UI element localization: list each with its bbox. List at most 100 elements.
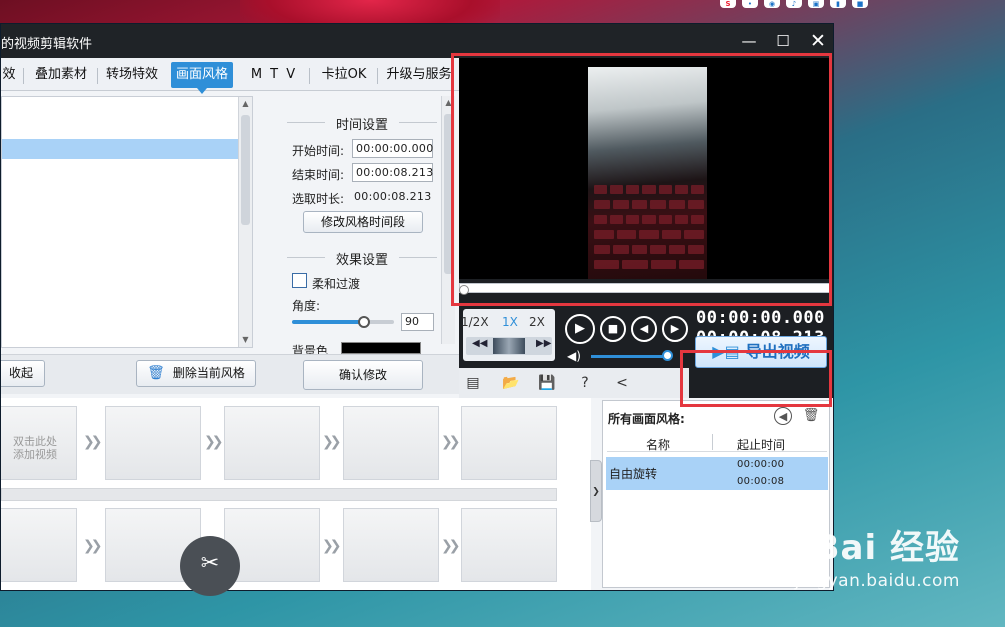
volume-icon[interactable]: ◀): [567, 349, 581, 363]
minimize-button[interactable]: —: [737, 29, 761, 53]
tab-effects[interactable]: 效: [1, 62, 19, 88]
tab-mtv[interactable]: M T V: [245, 62, 303, 88]
chevron-right-icon: ❯❯: [322, 434, 342, 450]
video-slot[interactable]: [461, 406, 557, 480]
trash-icon[interactable]: 🗑: [802, 407, 820, 425]
end-time-label: 结束时间:: [292, 168, 345, 182]
watermark-logo: Bai 经验: [813, 528, 960, 568]
chevron-right-icon: ❯❯: [204, 434, 224, 450]
file-toolbar: ▤ 📂 💾 ? <: [459, 368, 689, 398]
highlight-preview-box: [451, 53, 832, 306]
time-settings-heading: 时间设置: [287, 114, 437, 133]
background-color-swatch[interactable]: [341, 342, 421, 354]
video-slot[interactable]: [224, 406, 320, 480]
tab-karaoke[interactable]: 卡拉OK: [315, 62, 373, 88]
style-start-time: 00:00:00: [737, 459, 785, 470]
start-time-input[interactable]: 00:00:00.000: [352, 139, 433, 158]
chevron-right-icon: ❯❯: [83, 434, 103, 450]
volume-slider[interactable]: [591, 355, 667, 358]
open-folder-icon[interactable]: 📂: [502, 374, 520, 392]
maximize-button[interactable]: ☐: [771, 29, 795, 53]
rewind-icon[interactable]: ◀◀: [472, 338, 487, 349]
play-button[interactable]: ▶: [565, 314, 595, 344]
highlight-export-box: [680, 350, 832, 407]
tray-icon[interactable]: S: [720, 0, 736, 8]
speed-2x[interactable]: 2X: [529, 315, 545, 329]
speed-1x[interactable]: 1X: [502, 315, 518, 329]
list-item[interactable]: [2, 100, 250, 120]
delete-style-button[interactable]: 🗑 删除当前风格: [136, 360, 256, 387]
tab-separator: [309, 68, 310, 84]
soft-transition-label: 柔和过渡: [312, 277, 361, 291]
style-list-scrollbar[interactable]: ▲ ▼: [238, 97, 252, 347]
timeline: 双击此处 添加视频 ❯❯ ❯❯ ❯❯ ❯❯ ❯❯ ❯❯ ❯❯ ❯❯: [1, 398, 591, 590]
start-time-label: 开始时间:: [292, 144, 345, 158]
jog-wheel-knob[interactable]: [493, 338, 525, 354]
back-icon[interactable]: ◀: [774, 407, 792, 425]
tab-upgrade-service[interactable]: 升级与服务: [381, 62, 457, 88]
tray-icon[interactable]: ▣: [808, 0, 824, 8]
jog-wheel[interactable]: ◀◀ ▶▶: [466, 337, 552, 355]
scroll-thumb[interactable]: [241, 115, 250, 225]
timeline-track-bar[interactable]: [1, 488, 557, 501]
video-slot[interactable]: 双击此处 添加视频: [1, 406, 77, 480]
trash-icon: 🗑: [147, 365, 165, 381]
chevron-right-icon: ❯❯: [83, 538, 103, 554]
previous-frame-button[interactable]: ◀: [631, 316, 657, 342]
video-slot[interactable]: [461, 508, 557, 582]
tray-icon[interactable]: •: [742, 0, 758, 8]
scroll-down-arrow-icon[interactable]: ▼: [239, 333, 252, 347]
tray-icon[interactable]: ▮: [830, 0, 846, 8]
window-title: 的视频剪辑软件: [1, 37, 93, 52]
tab-overlay[interactable]: 叠加素材: [29, 62, 93, 88]
col-divider: [712, 434, 713, 450]
help-icon[interactable]: ?: [576, 374, 594, 392]
fast-forward-icon[interactable]: ▶▶: [536, 338, 551, 349]
col-time: 起止时间: [737, 438, 786, 452]
video-slot[interactable]: [1, 508, 77, 582]
volume-slider-knob[interactable]: [662, 350, 673, 361]
angle-slider[interactable]: [292, 320, 394, 324]
share-icon[interactable]: <: [613, 374, 631, 392]
col-name: 名称: [646, 438, 671, 452]
panel-collapse-toggle[interactable]: ❯: [590, 460, 602, 522]
chevron-right-icon: ❯❯: [441, 434, 461, 450]
soft-transition-checkbox[interactable]: [292, 273, 307, 288]
modify-style-time-button[interactable]: 修改风格时间段: [303, 211, 423, 233]
stop-button[interactable]: ■: [600, 316, 626, 342]
list-item-selected[interactable]: [2, 139, 250, 159]
confirm-modify-button[interactable]: 确认修改: [303, 360, 423, 390]
settings-panel: 时间设置 开始时间: 00:00:00.000 结束时间: 00:00:08.2…: [271, 96, 457, 358]
tray-icon[interactable]: ■: [852, 0, 868, 8]
style-list[interactable]: ▲ ▼: [1, 96, 253, 348]
tab-transition[interactable]: 转场特效: [101, 62, 163, 88]
end-time-input[interactable]: 00:00:08.213: [352, 163, 433, 182]
duration-label: 选取时长:: [292, 192, 345, 206]
speed-half[interactable]: 1/2X: [461, 315, 489, 329]
close-button[interactable]: ✕: [806, 29, 830, 53]
baidu-watermark: Bai 经验 jingyan.baidu.com: [795, 520, 960, 591]
save-icon[interactable]: 💾: [538, 374, 556, 392]
angle-input[interactable]: 90: [401, 313, 434, 331]
tab-separator: [23, 68, 24, 84]
watermark-url: jingyan.baidu.com: [794, 571, 960, 591]
video-slot[interactable]: [343, 508, 439, 582]
video-slot[interactable]: [343, 406, 439, 480]
next-frame-button[interactable]: ▶: [662, 316, 688, 342]
tab-separator: [377, 68, 378, 84]
scissors-icon[interactable]: ✂: [180, 536, 240, 596]
new-project-icon[interactable]: ▤: [464, 374, 482, 392]
all-styles-title: 所有画面风格:: [608, 412, 685, 426]
tab-picture-style[interactable]: 画面风格: [171, 62, 233, 94]
video-slot[interactable]: [105, 406, 201, 480]
collapse-button[interactable]: 收起: [1, 360, 45, 387]
tray-icon[interactable]: ◉: [764, 0, 780, 8]
angle-label: 角度:: [292, 299, 321, 313]
table-row[interactable]: 自由旋转 00:00:00 00:00:08: [606, 457, 828, 490]
angle-slider-knob[interactable]: [358, 316, 370, 328]
scroll-up-arrow-icon[interactable]: ▲: [239, 97, 252, 111]
system-tray: S • ◉ ♪ ▣ ▮ ■: [720, 0, 920, 8]
speed-control: 1/2X 1X 2X ◀◀ ▶▶: [461, 309, 555, 361]
tab-separator: [97, 68, 98, 84]
tray-icon[interactable]: ♪: [786, 0, 802, 8]
